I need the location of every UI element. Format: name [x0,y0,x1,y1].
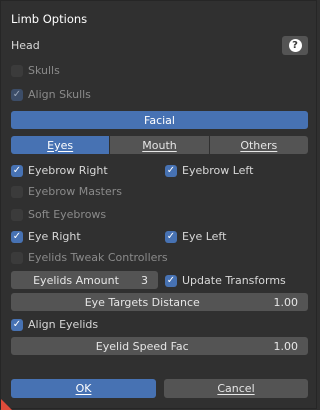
tab-eyes[interactable]: Eyes [11,136,111,154]
eye-left-label: Eye Left [182,230,227,243]
align-skulls-checkbox[interactable]: ✓ Align Skulls [11,88,91,101]
eyebrow-masters-checkbox[interactable]: Eyebrow Masters [11,185,122,198]
eye-right-checkbox[interactable]: ✓ Eye Right [11,230,81,243]
eyelid-speed-fac-field[interactable]: Eyelid Speed Fac 1.00 [11,337,308,355]
soft-eyebrows-label: Soft Eyebrows [28,208,107,221]
eyebrow-left-label: Eyebrow Left [182,164,254,177]
check-icon: ✓ [165,164,177,177]
checkbox-box [11,185,23,198]
help-icon: ? [288,39,302,52]
eyebrow-masters-label: Eyebrow Masters [28,185,123,198]
eyelids-tweak-label: Eyelids Tweak Controllers [28,251,168,264]
facial-label: Facial [144,113,175,127]
check-icon: ✓ [11,88,23,101]
align-eyelids-checkbox[interactable]: ✓ Align Eyelids [11,318,98,331]
checkbox-box [11,208,23,221]
skulls-label: Skulls [28,64,60,77]
tab-mouth[interactable]: Mouth [110,136,210,154]
ok-label: OK [75,382,92,395]
check-icon: ✓ [165,230,177,243]
eye-left-checkbox[interactable]: ✓ Eye Left [165,230,226,243]
facial-tabs: Eyes Mouth Others [11,136,308,154]
eyebrow-right-label: Eyebrow Right [28,164,108,177]
eyelids-amount-label: Eyelids Amount [33,273,119,287]
eyelids-amount-field[interactable]: Eyelids Amount 3 [11,271,158,289]
check-icon: ✓ [165,274,177,287]
eyebrow-right-checkbox[interactable]: ✓ Eyebrow Right [11,164,108,177]
cancel-label: Cancel [217,382,255,395]
check-icon: ✓ [11,230,23,243]
eye-targets-distance-field[interactable]: Eye Targets Distance 1.00 [11,293,308,311]
update-transforms-label: Update Transforms [182,274,286,287]
eyebrow-left-checkbox[interactable]: ✓ Eyebrow Left [165,164,253,177]
eyelid-speed-fac-label: Eyelid Speed Fac [95,339,189,353]
eye-targets-distance-value: 1.00 [273,295,299,309]
eyelids-amount-value: 3 [141,273,148,287]
eye-targets-distance-label: Eye Targets Distance [84,295,200,309]
cancel-button[interactable]: Cancel [164,379,308,398]
resize-corner-marker [1,399,12,410]
tab-others[interactable]: Others [209,136,308,154]
align-skulls-label: Align Skulls [28,88,91,101]
dialog-title: Limb Options [11,12,88,26]
limb-options-dialog: Limb Options Head ? Skulls ✓ Align Skull… [0,0,317,410]
facial-toggle[interactable]: Facial [11,111,308,129]
soft-eyebrows-checkbox[interactable]: Soft Eyebrows [11,208,106,221]
update-transforms-checkbox[interactable]: ✓ Update Transforms [165,274,286,287]
eye-right-label: Eye Right [28,230,81,243]
eyelid-speed-fac-value: 1.00 [273,339,299,353]
checkbox-box [11,64,23,77]
checkbox-box [11,251,23,264]
ok-button[interactable]: OK [11,379,156,398]
check-icon: ✓ [11,318,23,331]
eyelids-tweak-checkbox[interactable]: Eyelids Tweak Controllers [11,251,168,264]
help-button[interactable]: ? [282,36,308,55]
skulls-checkbox[interactable]: Skulls [11,64,60,77]
check-icon: ✓ [11,164,23,177]
align-eyelids-label: Align Eyelids [28,318,99,331]
head-label: Head [11,39,40,52]
